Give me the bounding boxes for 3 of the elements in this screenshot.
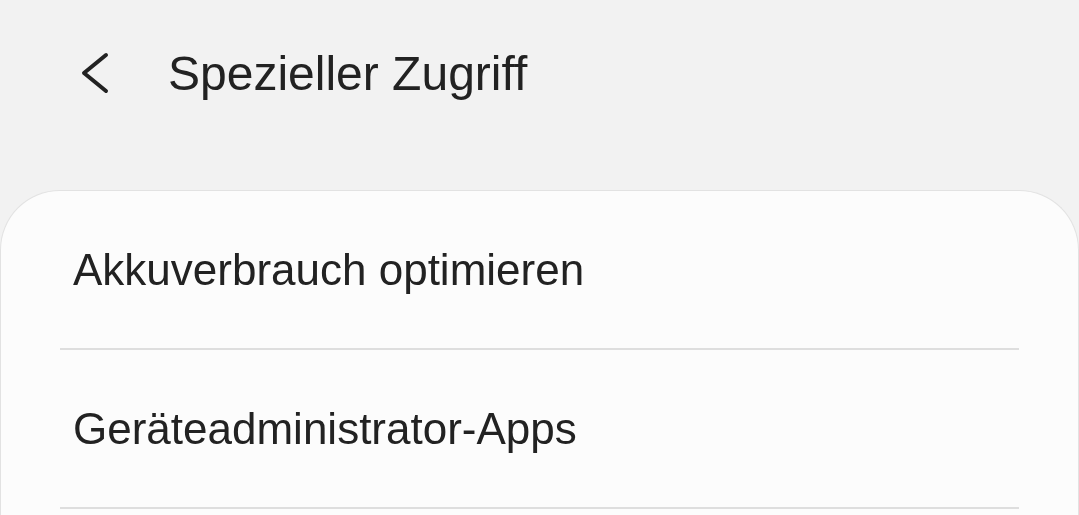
settings-item[interactable]: Geräteadministrator-Apps	[60, 350, 1019, 509]
page-title: Spezieller Zugriff	[168, 45, 528, 101]
settings-item[interactable]: Akkuverbrauch optimieren	[60, 191, 1019, 350]
